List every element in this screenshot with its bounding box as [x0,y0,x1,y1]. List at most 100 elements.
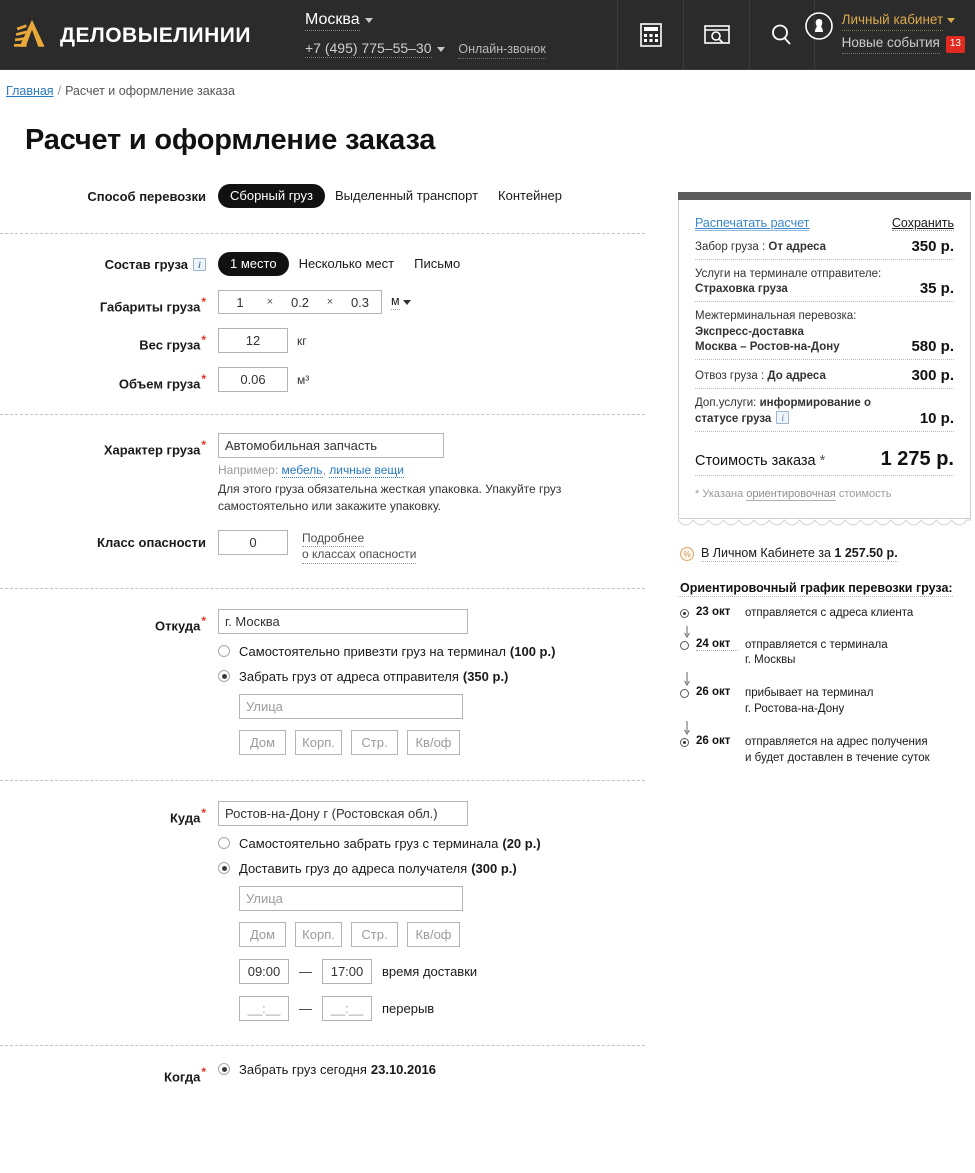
break-time-row: — перерыв [239,995,660,1021]
time-dash-1: — [299,963,312,979]
tab-vydelennyy-transport[interactable]: Выделенный транспорт [325,184,488,208]
breadcrumb-home[interactable]: Главная [6,84,54,98]
example-link-mebel[interactable]: мебель [281,463,323,479]
tab-sbornyy-gruz[interactable]: Сборный груз [218,184,325,208]
new-events-link[interactable]: Новые события 13 [841,34,965,55]
break-from-input[interactable] [239,995,289,1021]
row-when: Когда* Забрать груз сегодня 23.10.2016 [0,1060,660,1084]
radio-from-self[interactable] [218,645,230,658]
tab-konteyner[interactable]: Контейнер [488,184,572,208]
required-star-from: * [201,613,206,628]
divider-2 [0,414,645,416]
dimension-unit-selector[interactable]: м [391,294,400,310]
schedule-date: 24 окт [696,638,738,651]
radio-from-pickup[interactable] [218,670,230,683]
city-selector[interactable]: Москва [305,11,373,32]
account-menu[interactable]: Личный кабинет [841,11,965,32]
from-city-input[interactable] [218,608,468,634]
to-option-deliver[interactable]: Доставить груз до адреса получателя (300… [218,861,660,876]
footnote-link[interactable]: ориентировочная [746,488,836,502]
label-to: Куда [170,810,201,826]
info-icon-cargo-status[interactable]: i [776,411,790,425]
danger-class-more-link[interactable]: Подробнее о классах опасности [302,530,417,564]
to-city-input[interactable] [218,800,468,826]
danger-class-input[interactable] [218,529,288,555]
from-option-pickup[interactable]: Забрать груз от адреса отправителя (350 … [218,669,660,684]
weight-input[interactable] [218,328,288,354]
unit-chevron-down-icon[interactable] [402,299,411,305]
info-icon-cargo-composition[interactable]: i [193,258,206,271]
weight-unit: кг [297,333,307,348]
calc-line-2-text: Межтерминальная перевозка: [695,310,857,323]
tracking-button[interactable] [683,0,749,70]
online-call-link[interactable]: Онлайн-звонок [458,42,546,59]
delivery-time-from-input[interactable] [239,958,289,984]
calc-panel-header: Распечатать расчет Сохранить [695,200,954,231]
site-header: ДЕЛОВЫЕЛИНИИ Москва +7 (495) 775–55–30 О… [0,0,975,70]
tab-pismo[interactable]: Письмо [404,252,470,276]
row-from: Откуда* Самостоятельно привезти груз на … [0,608,660,755]
dimension-x-1: × [266,296,274,308]
radio-to-self[interactable] [218,837,230,850]
break-to-input[interactable] [322,995,372,1021]
from-building-input[interactable] [295,729,342,755]
phone-chevron-down-icon[interactable] [436,47,445,53]
label-danger-class: Класс опасности [97,534,206,550]
to-building-input[interactable] [295,921,342,947]
calc-panel-top-bar [678,192,971,200]
account-block: Личный кабинет Новые события 13 [804,11,965,55]
when-option-today[interactable]: Забрать груз сегодня 23.10.2016 [218,1062,660,1077]
footnote-pre: * Указана [695,488,747,501]
schedule-desc: отправляется с адреса клиента [745,607,914,620]
save-calculation-link[interactable]: Сохранить [891,216,954,231]
radio-to-deliver[interactable] [218,862,230,875]
volume-input[interactable] [218,367,288,393]
print-calculation-link[interactable]: Распечатать расчет [695,216,810,231]
calc-line-3-bold: До адреса [767,369,826,382]
from-option-self-delivery[interactable]: Самостоятельно привезти груз на терминал… [218,644,660,659]
events-badge: 13 [945,36,965,53]
to-option-self-pickup[interactable]: Самостоятельно забрать груз с терминала … [218,836,660,851]
from-house-input[interactable] [239,729,286,755]
label-cargo-type: Характер груза [103,442,201,458]
dimension-length-input[interactable] [223,292,257,312]
tab-neskolko-mest[interactable]: Несколько мест [289,252,405,276]
divider-5 [0,1044,645,1046]
row-danger-class: Класс опасности Подробнее о классах опас… [0,529,660,564]
radio-when-today[interactable] [218,1063,230,1076]
from-self-price: (100 р.) [509,643,556,659]
calc-line-3-price: 300 р. [911,366,954,384]
from-structure-input[interactable] [351,729,398,755]
calc-line-1-text: Услуги на терминале отправителе: [695,268,882,280]
calc-line-4-second: статусе груза [695,413,772,426]
dimension-unit-label: м [391,294,400,308]
schedule-item: 23 окт отправляется с адреса клиента [680,606,971,621]
from-apartment-input[interactable] [407,729,460,755]
dimension-height-input[interactable] [343,292,377,312]
tab-1-mesto[interactable]: 1 место [218,252,289,276]
search-icon [772,24,791,45]
calc-line-4-bold: информирование о [759,396,871,409]
from-pickup-label: Забрать груз от адреса отправителя [239,668,459,684]
to-structure-input[interactable] [351,921,398,947]
phone-number[interactable]: +7 (495) 775–55–30 [305,40,432,59]
logo[interactable]: ДЕЛОВЫЕЛИНИИ [14,17,255,53]
dimension-width-input[interactable] [283,292,317,312]
to-apartment-input[interactable] [407,921,460,947]
delivery-time-to-input[interactable] [322,958,372,984]
to-self-label: Самостоятельно забрать груз с терминала [239,835,499,851]
personal-cabinet-offer-text[interactable]: В Личном Кабинете за 1 257.50 р. [701,546,898,563]
row-cargo-composition: Состав груза i 1 место Несколько мест Пис… [0,252,660,276]
from-street-input[interactable] [239,693,463,719]
cargo-composition-tabs: 1 место Несколько мест Письмо [218,252,660,276]
example-link-lichnye-veshchi[interactable]: личные вещи [329,463,404,479]
to-house-input[interactable] [239,921,286,947]
cargo-type-input[interactable] [218,433,444,459]
calculator-button[interactable] [617,0,683,70]
page-title: Расчет и оформление заказа [25,124,436,156]
to-self-price: (20 р.) [502,835,541,851]
calc-line-interterminal: Межтерминальная перевозка: Экспресс-дост… [695,302,954,360]
delivery-time-label: время доставки [382,963,478,979]
to-street-input[interactable] [239,885,463,911]
user-icon[interactable] [804,11,834,41]
